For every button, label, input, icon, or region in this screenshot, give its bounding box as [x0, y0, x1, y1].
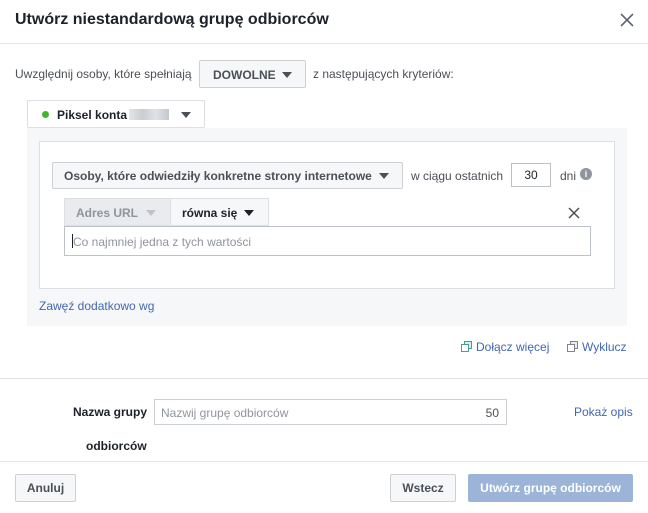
close-icon[interactable]	[618, 11, 636, 29]
exclude-icon	[567, 341, 578, 352]
show-description-link[interactable]: Pokaż opis	[574, 405, 633, 419]
audience-name-input[interactable]: Nazwij grupę odbiorców 50	[154, 399, 507, 425]
match-mode-value: DOWOLNE	[213, 68, 276, 82]
operator-value: równa się	[182, 206, 238, 220]
url-values-placeholder: Co najmniej jedna z tych wartości	[73, 235, 252, 249]
create-audience-button[interactable]: Utwórz grupę odbiorców	[468, 474, 633, 502]
event-dropdown[interactable]: Osoby, które odwiedziły konkretne strony…	[52, 162, 403, 189]
chevron-down-icon	[244, 210, 254, 216]
within-label: w ciągu ostatnich	[411, 169, 504, 183]
cancel-button[interactable]: Anuluj	[15, 474, 76, 502]
char-limit-counter: 50	[485, 406, 499, 420]
redacted-account-name	[129, 109, 169, 120]
audience-name-label-line2: odbiorców	[86, 439, 147, 453]
include-criteria-row: Uwzględnij osoby, które spełniają DOWOLN…	[15, 60, 635, 88]
operator-dropdown[interactable]: równa się	[170, 198, 269, 226]
chevron-down-icon	[282, 72, 292, 78]
dialog-header: Utwórz niestandardową grupę odbiorców	[0, 0, 648, 44]
match-mode-dropdown[interactable]: DOWOLNE	[199, 60, 306, 88]
narrow-further-link[interactable]: Zawęź dodatkowo wg	[39, 299, 154, 313]
pixel-source-label: Piksel konta	[57, 108, 128, 122]
info-icon[interactable]: i	[580, 168, 592, 180]
remove-rule-icon[interactable]	[568, 207, 580, 219]
rule-box: Osoby, które odwiedziły konkretne strony…	[39, 141, 615, 289]
exclude-link[interactable]: Wyklucz	[567, 340, 627, 354]
audience-name-label-line1: Nazwa grupy	[73, 405, 148, 419]
event-value: Osoby, które odwiedziły konkretne strony…	[64, 169, 372, 183]
include-prefix: Uwzględnij osoby, które spełniają	[15, 67, 192, 81]
url-field-dropdown[interactable]: Adres URL	[64, 198, 171, 226]
status-dot-icon	[42, 111, 49, 118]
exclude-label: Wyklucz	[582, 340, 627, 354]
url-values-input[interactable]: Co najmniej jedna z tych wartości	[64, 226, 591, 256]
days-input[interactable]: 30	[511, 163, 551, 187]
chevron-down-icon	[181, 112, 191, 118]
include-more-icon	[461, 341, 472, 352]
include-more-link[interactable]: Dołącz więcej	[461, 340, 549, 354]
back-button[interactable]: Wstecz	[390, 474, 456, 502]
section-divider	[0, 378, 648, 379]
audience-name-placeholder: Nazwij grupę odbiorców	[161, 406, 289, 420]
footer-divider	[0, 461, 648, 462]
include-suffix: z następujących kryteriów:	[313, 67, 454, 81]
days-label: dni	[560, 169, 577, 183]
dialog-title: Utwórz niestandardową grupę odbiorców	[15, 11, 329, 28]
pixel-source-dropdown[interactable]: Piksel konta	[27, 100, 205, 128]
rule-panel: Osoby, które odwiedziły konkretne strony…	[27, 128, 627, 326]
url-field-value: Adres URL	[76, 206, 139, 220]
chevron-down-icon	[379, 173, 389, 179]
chevron-down-icon	[146, 210, 156, 216]
include-more-label: Dołącz więcej	[476, 340, 550, 354]
